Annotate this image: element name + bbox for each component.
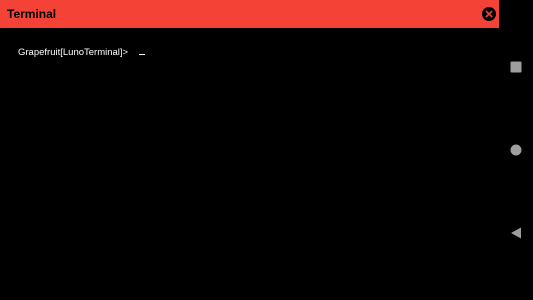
title-bar: Terminal: [0, 0, 499, 28]
text-cursor: [139, 54, 146, 55]
close-button[interactable]: [482, 7, 496, 21]
recent-apps-button[interactable]: [499, 55, 533, 79]
window-title: Terminal: [7, 7, 57, 21]
prompt-line: Grapefruit[LunoTerminal]>: [18, 47, 146, 59]
circle-icon: [510, 144, 522, 156]
triangle-back-icon: [511, 227, 521, 239]
terminal-app-window: Terminal Grapefruit[LunoTerminal]>: [0, 0, 499, 300]
terminal-prompt: Grapefruit[LunoTerminal]>: [18, 47, 129, 58]
home-button[interactable]: [499, 138, 533, 162]
back-button[interactable]: [499, 221, 533, 245]
square-icon: [510, 61, 522, 73]
screen: Terminal Grapefruit[LunoTerminal]>: [0, 0, 533, 300]
system-navigation-bar: [499, 0, 533, 300]
terminal-output-area[interactable]: Grapefruit[LunoTerminal]>: [0, 28, 499, 300]
close-circle-icon: [482, 7, 496, 21]
